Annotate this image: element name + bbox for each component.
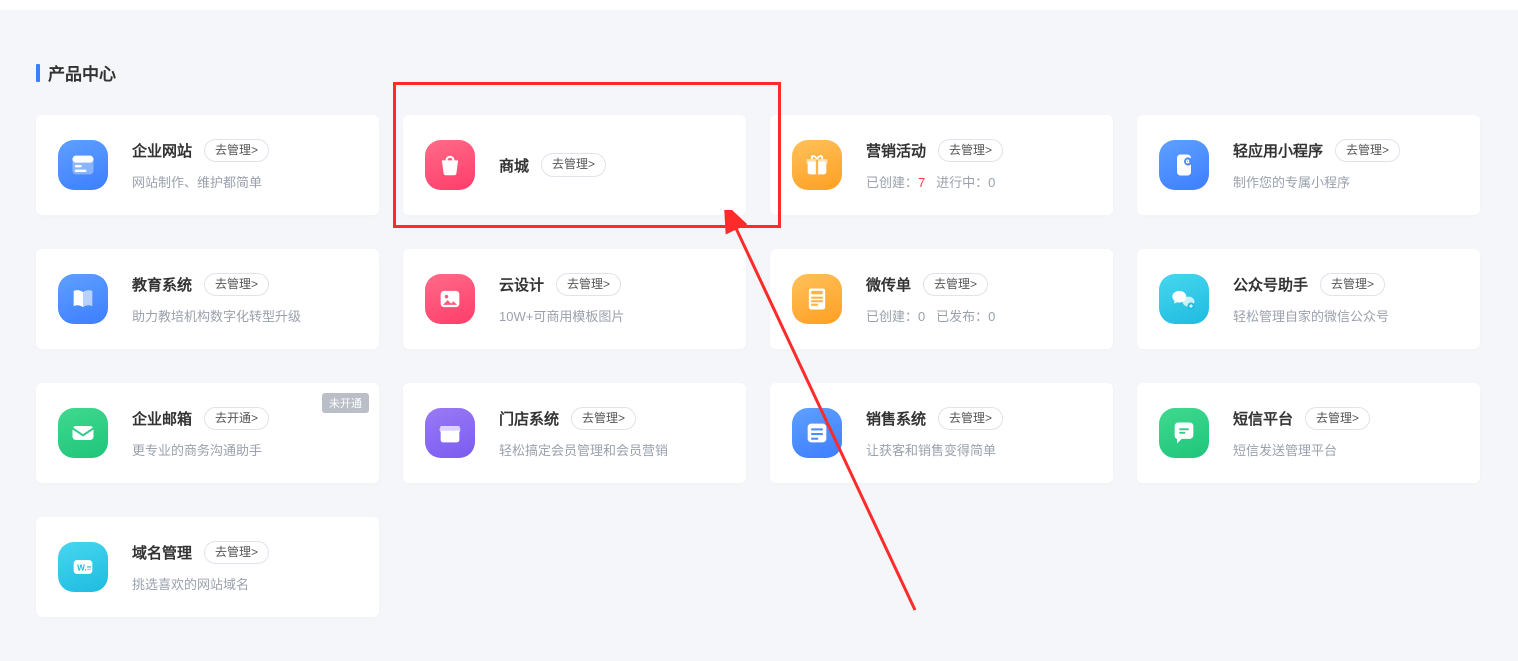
manage-button[interactable]: 去管理> — [938, 407, 1003, 431]
manage-button[interactable]: 去管理> — [571, 407, 636, 431]
card-title: 门店系统 — [499, 408, 559, 429]
card-title: 公众号助手 — [1233, 274, 1308, 295]
card-desc: 更专业的商务沟通助手 — [132, 440, 357, 459]
card-sales[interactable]: 销售系统 去管理> 让获客和销售变得简单 — [770, 383, 1113, 483]
shop-icon — [425, 140, 475, 190]
card-wechat[interactable]: 公众号助手 去管理> 轻松管理自家的微信公众号 — [1137, 249, 1480, 349]
created-value: 0 — [918, 309, 925, 324]
card-store[interactable]: 门店系统 去管理> 轻松搞定会员管理和会员营销 — [403, 383, 746, 483]
domain-icon: W.≡ — [58, 542, 108, 592]
manage-button[interactable]: 去管理> — [541, 153, 606, 177]
card-title: 营销活动 — [866, 140, 926, 161]
manage-button[interactable]: 去管理> — [204, 273, 269, 297]
product-grid: 企业网站 去管理> 网站制作、维护都简单 商城 去管理> — [36, 115, 1482, 617]
manage-button[interactable]: 去管理> — [204, 139, 269, 163]
card-desc: 让获客和销售变得简单 — [866, 440, 1091, 459]
card-shop[interactable]: 商城 去管理> — [403, 115, 746, 215]
chat-icon — [1159, 408, 1209, 458]
running-label: 进行中： — [936, 175, 988, 190]
card-title: 微传单 — [866, 274, 911, 295]
card-website[interactable]: 企业网站 去管理> 网站制作、维护都简单 — [36, 115, 379, 215]
card-domain[interactable]: W.≡ 域名管理 去管理> 挑选喜欢的网站域名 — [36, 517, 379, 617]
flyer-icon — [792, 274, 842, 324]
card-desc: 10W+可商用模板图片 — [499, 306, 724, 325]
store-icon — [425, 408, 475, 458]
card-desc: 制作您的专属小程序 — [1233, 172, 1458, 191]
published-value: 0 — [988, 309, 995, 324]
mail-icon — [58, 408, 108, 458]
title-accent — [36, 64, 40, 82]
card-stats: 已创建：7 进行中：0 — [866, 172, 1091, 191]
card-design[interactable]: 云设计 去管理> 10W+可商用模板图片 — [403, 249, 746, 349]
card-title: 销售系统 — [866, 408, 926, 429]
product-center-section: 产品中心 企业网站 去管理> 网站制作、维护都简单 商城 — [0, 10, 1518, 637]
book-icon — [58, 274, 108, 324]
section-title: 产品中心 — [36, 60, 1482, 85]
card-desc: 网站制作、维护都简单 — [132, 172, 357, 191]
image-icon — [425, 274, 475, 324]
card-email[interactable]: 未开通 企业邮箱 去开通> 更专业的商务沟通助手 — [36, 383, 379, 483]
card-edu[interactable]: 教育系统 去管理> 助力教培机构数字化转型升级 — [36, 249, 379, 349]
manage-button[interactable]: 去管理> — [1335, 139, 1400, 163]
card-title: 短信平台 — [1233, 408, 1293, 429]
section-title-text: 产品中心 — [48, 60, 116, 85]
card-desc: 短信发送管理平台 — [1233, 440, 1458, 459]
card-desc: 挑选喜欢的网站域名 — [132, 574, 357, 593]
wechat-icon — [1159, 274, 1209, 324]
gift-icon — [792, 140, 842, 190]
card-stats: 已创建：0 已发布：0 — [866, 306, 1091, 325]
card-sms[interactable]: 短信平台 去管理> 短信发送管理平台 — [1137, 383, 1480, 483]
published-label: 已发布： — [936, 309, 988, 324]
created-label: 已创建： — [866, 309, 918, 324]
card-desc: 助力教培机构数字化转型升级 — [132, 306, 357, 325]
svg-text:W.≡: W.≡ — [77, 564, 92, 573]
card-desc: 轻松管理自家的微信公众号 — [1233, 306, 1458, 325]
running-value: 0 — [988, 175, 995, 190]
card-title: 企业网站 — [132, 140, 192, 161]
manage-button[interactable]: 去管理> — [204, 541, 269, 565]
card-title: 企业邮箱 — [132, 408, 192, 429]
card-title: 教育系统 — [132, 274, 192, 295]
card-miniapp[interactable]: 轻应用小程序 去管理> 制作您的专属小程序 — [1137, 115, 1480, 215]
badge-nostart: 未开通 — [322, 393, 369, 413]
manage-button[interactable]: 去管理> — [923, 273, 988, 297]
created-value: 7 — [918, 175, 925, 190]
manage-button[interactable]: 去管理> — [556, 273, 621, 297]
open-button[interactable]: 去开通> — [204, 407, 269, 431]
card-title: 云设计 — [499, 274, 544, 295]
manage-button[interactable]: 去管理> — [938, 139, 1003, 163]
created-label: 已创建： — [866, 175, 918, 190]
card-title: 轻应用小程序 — [1233, 140, 1323, 161]
miniapp-icon — [1159, 140, 1209, 190]
card-flyer[interactable]: 微传单 去管理> 已创建：0 已发布：0 — [770, 249, 1113, 349]
manage-button[interactable]: 去管理> — [1320, 273, 1385, 297]
list-icon — [792, 408, 842, 458]
card-desc: 轻松搞定会员管理和会员营销 — [499, 440, 724, 459]
card-title: 域名管理 — [132, 542, 192, 563]
manage-button[interactable]: 去管理> — [1305, 407, 1370, 431]
website-icon — [58, 140, 108, 190]
card-marketing[interactable]: 营销活动 去管理> 已创建：7 进行中：0 — [770, 115, 1113, 215]
card-title: 商城 — [499, 155, 529, 176]
topbar — [0, 0, 1518, 10]
